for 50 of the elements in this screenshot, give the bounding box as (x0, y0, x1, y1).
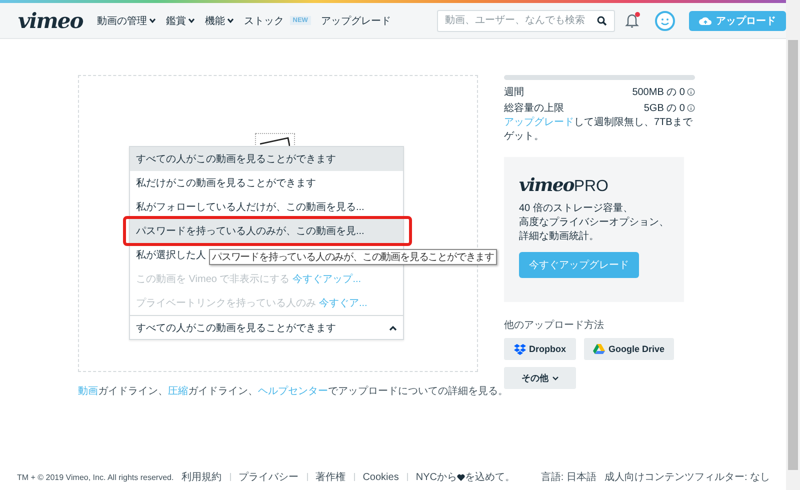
privacy-select[interactable]: すべての人がこの動画を見ることができます (130, 315, 403, 339)
caret-icon (552, 376, 558, 380)
footer-link[interactable]: 著作権 (316, 470, 346, 484)
pro-label: PRO (574, 178, 608, 196)
caret-icon (148, 18, 156, 23)
promo-text: 40 倍のストレージ容量、 (519, 202, 634, 216)
menu-option[interactable]: すべての人がこの動画を見ることができます (130, 147, 403, 171)
heart-icon (456, 474, 465, 480)
footer-text: NYCから を込めて。 (416, 470, 515, 484)
nav-link[interactable]: 動画の管理 (96, 14, 156, 28)
more-button[interactable]: その他 (504, 367, 576, 389)
info-icon (687, 88, 695, 96)
section-title: 他のアップロード方法 (504, 318, 605, 332)
nav-link[interactable]: アップグレード (320, 14, 391, 28)
quota-value: 500MB の 0 (632, 86, 685, 99)
cloud-upload-icon (699, 16, 712, 26)
search-icon (597, 16, 607, 26)
vimeo-logo[interactable]: vimeo (18, 8, 83, 33)
footer-link[interactable]: プライバシー (238, 470, 299, 484)
quota-label: 総容量の上限 (504, 102, 564, 115)
caret-icon (188, 18, 195, 23)
footer-link[interactable]: Cookies (362, 472, 399, 482)
caret-up-icon (389, 324, 397, 330)
scrollbar[interactable] (786, 0, 800, 490)
quota-value: 5GB の 0 (644, 102, 685, 115)
menu-option[interactable]: 私がフォローしている人だけが、この動画を見る... (130, 195, 403, 219)
menu-option[interactable]: 私だけがこの動画を見ることができます (130, 171, 403, 195)
dropbox-icon (514, 343, 526, 355)
nav-link[interactable]: 鑑賞 (166, 14, 195, 28)
caret-icon (226, 18, 234, 23)
bell-icon[interactable] (625, 12, 639, 28)
footer-link[interactable]: 言語: 日本語 (540, 470, 596, 484)
tooltip: パスワードを持っている人のみが、この動画を見ることができます (209, 249, 498, 265)
info-icon (687, 104, 695, 112)
footer-link[interactable]: 成人向けコンテンツフィルター: なし (604, 470, 770, 484)
drive-button[interactable]: Google Drive (584, 338, 674, 360)
dropbox-button[interactable]: Dropbox (504, 338, 576, 360)
frame-icon (260, 136, 290, 148)
vimeo-logo: vimeo (519, 175, 574, 196)
upgrade-text: アップグレード して週制限無し、7TBまでゲット。 (504, 116, 694, 143)
search-field[interactable]: 動画、ユーザー、なんでも検索 (437, 10, 615, 32)
promo-text: 詳細な動画統計。 (519, 230, 600, 244)
menu-option[interactable]: パスワードを持っている人のみが、この動画を見... (130, 219, 403, 243)
nav-link[interactable]: 機能 (204, 14, 234, 28)
footer-link[interactable]: 利用規約 (182, 470, 222, 484)
copyright-text: TM + © 2019 Vimeo, Inc. All rights reserved. (17, 472, 174, 482)
quota-label: 週間 (504, 86, 524, 99)
drive-icon (593, 343, 606, 355)
promo-text: 高度なプライバシーオプション、 (519, 216, 670, 230)
avatar-icon[interactable] (655, 10, 675, 30)
